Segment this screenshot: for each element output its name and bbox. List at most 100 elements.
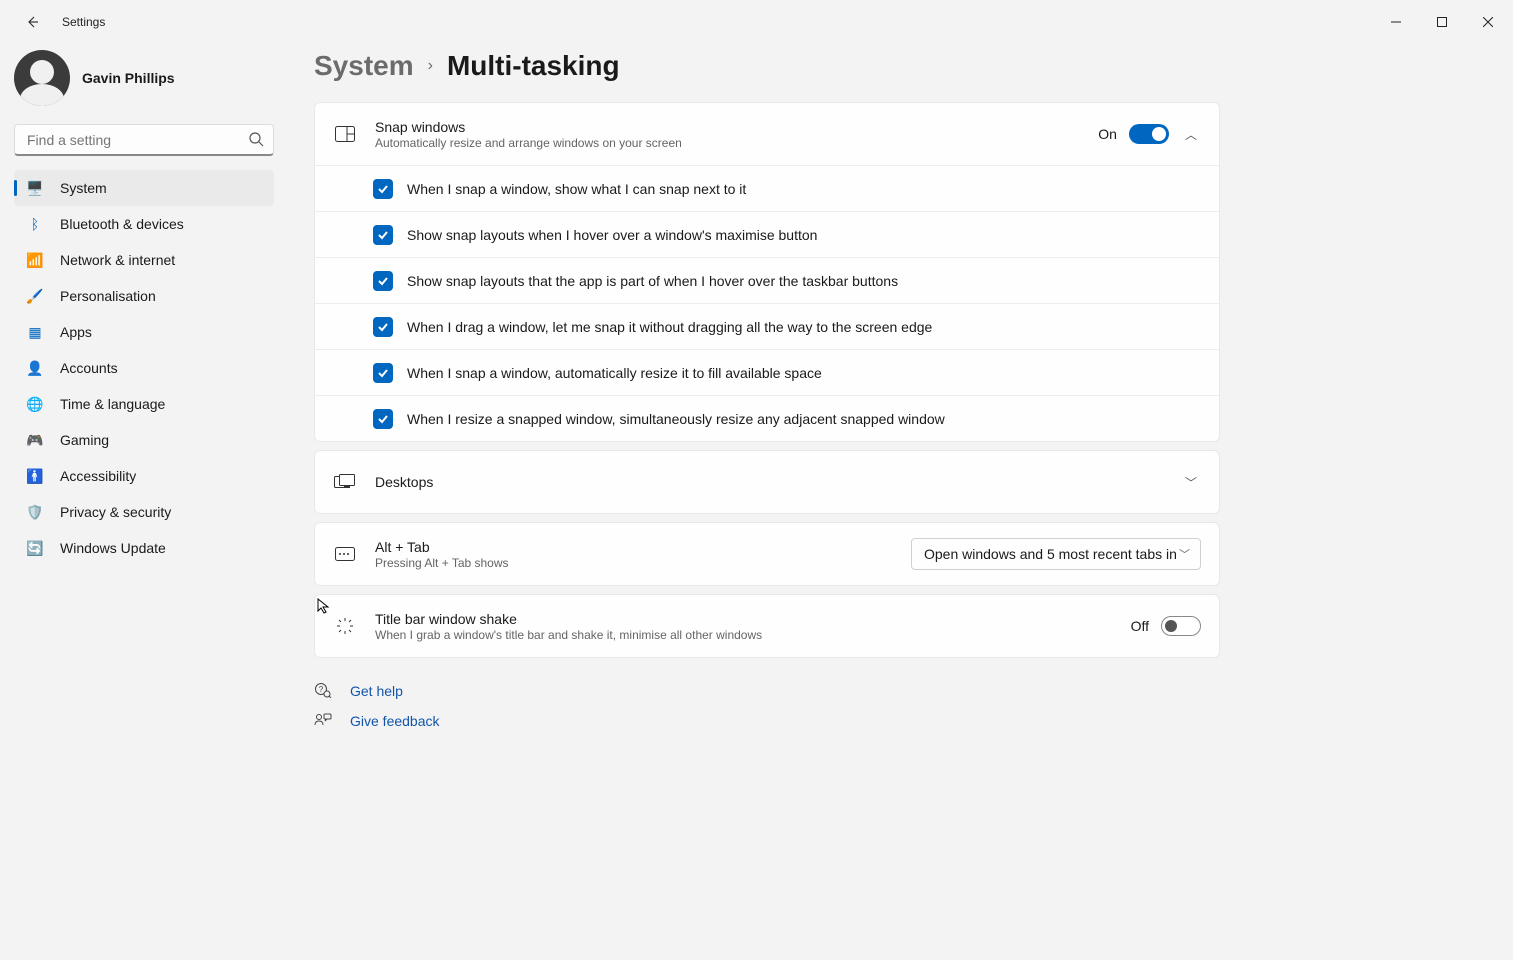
option-label: Show snap layouts when I hover over a wi… [407,227,817,243]
system-icon: 🖥️ [26,180,44,197]
gamepad-icon: 🎮 [26,432,44,449]
snap-title: Snap windows [375,119,682,135]
snap-windows-header[interactable]: Snap windows Automatically resize and ar… [315,103,1219,165]
snap-option-row[interactable]: Show snap layouts that the app is part o… [315,257,1219,303]
option-label: Show snap layouts that the app is part o… [407,273,898,289]
alttab-icon [333,547,357,561]
sidebar: Gavin Phillips 🖥️ System ᛒ Bluetooth & dev… [0,44,290,960]
search-box[interactable] [14,124,274,156]
nav-label: Accounts [60,360,118,376]
snap-option-row[interactable]: When I resize a snapped window, simultan… [315,395,1219,441]
nav-system[interactable]: 🖥️ System [14,170,274,206]
nav-personalisation[interactable]: 🖌️ Personalisation [14,278,274,314]
nav-label: System [60,180,107,196]
nav-privacy[interactable]: 🛡️ Privacy & security [14,494,274,530]
checkbox[interactable] [373,179,393,199]
alttab-title: Alt + Tab [375,539,509,555]
shake-toggle[interactable] [1161,616,1201,636]
alttab-dropdown[interactable]: Open windows and 5 most recent tabs in M… [911,538,1201,570]
desktops-icon [333,474,357,490]
feedback-icon [314,712,332,731]
chevron-up-icon[interactable]: ︿ [1181,122,1201,147]
help-icon: ? [314,682,332,701]
nav-label: Apps [60,324,92,340]
shake-card: Title bar window shake When I grab a win… [314,594,1220,658]
give-feedback-link[interactable]: Give feedback [350,713,440,729]
nav-label: Privacy & security [60,504,171,520]
snap-state: On [1098,126,1117,142]
option-label: When I resize a snapped window, simultan… [407,411,945,427]
maximize-button[interactable] [1419,6,1465,38]
page-title: Multi-tasking [447,50,620,82]
alttab-card: Alt + Tab Pressing Alt + Tab shows Open … [314,522,1220,586]
shake-state: Off [1131,618,1149,634]
wifi-icon: 📶 [26,252,44,269]
nav-list: 🖥️ System ᛒ Bluetooth & devices 📶 Network &… [14,170,274,566]
snap-icon [333,126,357,142]
nav-accounts[interactable]: 👤Accounts [14,350,274,386]
breadcrumb: System › Multi-tasking [314,50,1473,82]
brush-icon: 🖌️ [26,288,44,305]
nav-accessibility[interactable]: 🚹 Accessibility [14,458,274,494]
back-button[interactable] [16,6,48,38]
bluetooth-icon: ᛒ [26,216,44,232]
app-title: Settings [62,15,105,29]
checkbox[interactable] [373,271,393,291]
checkbox[interactable] [373,409,393,429]
update-icon: 🔄 [26,540,44,557]
checkbox[interactable] [373,225,393,245]
nav-label: Bluetooth & devices [60,216,184,232]
snap-option-row[interactable]: Show snap layouts when I hover over a wi… [315,211,1219,257]
nav-label: Windows Update [60,540,166,556]
nav-update[interactable]: 🔄 Windows Update [14,530,274,566]
minimize-button[interactable] [1373,6,1419,38]
shake-desc: When I grab a window's title bar and sha… [375,628,762,642]
shield-icon: 🛡️ [26,504,44,521]
nav-label: Network & internet [60,252,175,268]
chevron-down-icon[interactable]: ﹀ [1181,470,1201,495]
snap-option-row[interactable]: When I snap a window, show what I can sn… [315,165,1219,211]
nav-time[interactable]: 🌐 Time & language [14,386,274,422]
search-icon [248,131,264,152]
option-label: When I drag a window, let me snap it wit… [407,319,932,335]
help-links: ? Get help Give feedback [314,676,1473,736]
search-input[interactable] [14,124,274,156]
checkbox[interactable] [373,317,393,337]
get-help-link[interactable]: Get help [350,683,403,699]
option-label: When I snap a window, show what I can sn… [407,181,746,197]
snap-desc: Automatically resize and arrange windows… [375,136,682,150]
nav-label: Gaming [60,432,109,448]
profile[interactable]: Gavin Phillips [14,50,274,106]
snap-option-row[interactable]: When I snap a window, automatically resi… [315,349,1219,395]
main-content: System › Multi-tasking Snap windows Auto… [290,44,1513,960]
clock-icon: 🌐 [26,396,44,413]
close-button[interactable] [1465,6,1511,38]
avatar [14,50,70,106]
nav-network[interactable]: 📶 Network & internet [14,242,274,278]
dropdown-value: Open windows and 5 most recent tabs in M [924,546,1179,562]
chevron-right-icon: › [428,57,433,75]
desktops-card[interactable]: Desktops ﹀ [314,450,1220,514]
accessibility-icon: 🚹 [26,468,44,485]
apps-icon: ▦ [26,324,44,341]
desktops-title: Desktops [375,474,433,490]
chevron-down-icon: ﹀ [1179,546,1190,562]
shake-icon [333,617,357,635]
nav-label: Time & language [60,396,165,412]
alttab-desc: Pressing Alt + Tab shows [375,556,509,570]
nav-apps[interactable]: ▦ Apps [14,314,274,350]
option-label: When I snap a window, automatically resi… [407,365,822,381]
title-bar: Settings [0,0,1513,44]
user-name: Gavin Phillips [82,70,175,86]
checkbox[interactable] [373,363,393,383]
snap-toggle[interactable] [1129,124,1169,144]
breadcrumb-parent[interactable]: System [314,50,414,82]
nav-label: Accessibility [60,468,136,484]
nav-label: Personalisation [60,288,156,304]
svg-text:?: ? [319,685,324,694]
snap-option-row[interactable]: When I drag a window, let me snap it wit… [315,303,1219,349]
shake-title: Title bar window shake [375,611,762,627]
snap-windows-card: Snap windows Automatically resize and ar… [314,102,1220,442]
nav-gaming[interactable]: 🎮 Gaming [14,422,274,458]
nav-bluetooth[interactable]: ᛒ Bluetooth & devices [14,206,274,242]
